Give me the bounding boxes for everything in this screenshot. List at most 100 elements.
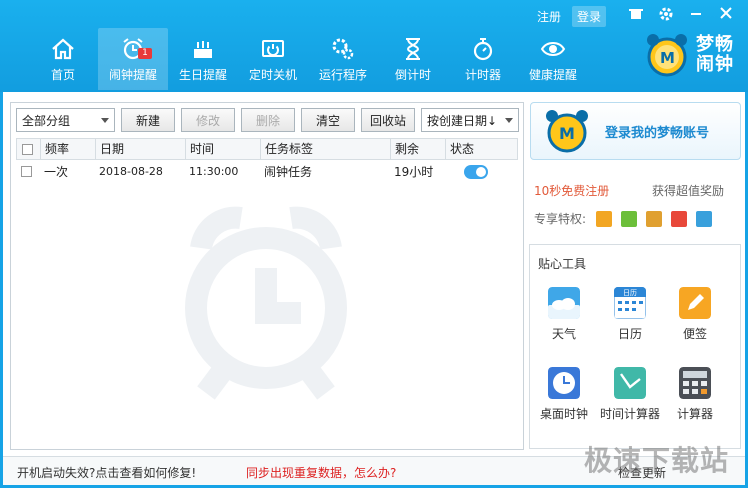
present-icon[interactable] <box>671 210 688 227</box>
tool-label: 日历 <box>617 327 642 341</box>
weather-icon <box>548 287 580 319</box>
nav-item-run-program[interactable]: 运行程序 <box>308 28 378 90</box>
tool-calculator[interactable]: 计算器 <box>663 367 727 422</box>
nav-badge: 1 <box>138 48 152 59</box>
startup-fix-link[interactable]: 开机启动失效?点击查看如何修复! <box>17 464 196 481</box>
title-bar: 注册 登录 首页 1 闹钟提醒 生日提醒 定时关机 运行程序 倒计时 计时器 健… <box>0 0 748 92</box>
chevron-down-icon <box>101 117 109 123</box>
cell-time: 11:30:00 <box>189 165 239 178</box>
cell-status <box>460 161 516 183</box>
free-register-link[interactable]: 10秒免费注册 <box>534 182 609 199</box>
nav-item-label: 生日提醒 <box>178 67 227 82</box>
calculator-icon <box>679 367 711 399</box>
skin-icon[interactable] <box>628 6 644 26</box>
leaf-icon[interactable] <box>621 210 638 227</box>
col-time[interactable]: 时间 <box>186 139 261 159</box>
cell-frequency: 一次 <box>44 165 69 179</box>
col-frequency[interactable]: 频率 <box>41 139 96 159</box>
sort-select[interactable]: 按创建日期↓ <box>421 108 519 132</box>
clear-button[interactable]: 清空 <box>301 108 355 132</box>
recycle-bin-button[interactable]: 回收站 <box>361 108 415 132</box>
nav-item-label: 运行程序 <box>318 67 367 82</box>
nav-item-label: 倒计时 <box>394 67 431 82</box>
nav-item-health[interactable]: 健康提醒 <box>518 28 588 90</box>
tool-desktop-clock[interactable]: 桌面时钟 <box>532 367 596 422</box>
reward-link[interactable]: 获得超值奖励 <box>652 182 724 199</box>
group-select[interactable]: 全部分组 <box>16 108 115 132</box>
login-account-card[interactable]: M 登录我的梦畅账号 <box>530 102 741 160</box>
brand-line2: 闹钟 <box>696 54 734 75</box>
window-controls <box>628 6 734 26</box>
privileges-label: 专享特权: <box>534 212 587 226</box>
minimize-icon[interactable] <box>688 6 704 26</box>
gear-icon[interactable] <box>658 6 674 26</box>
account-links: 注册 登录 <box>532 6 606 27</box>
cell-remaining: 19小时 <box>394 165 434 179</box>
edit-button[interactable]: 修改 <box>181 108 235 132</box>
cake-icon <box>194 40 212 58</box>
card-icon[interactable] <box>646 210 663 227</box>
hourglass-icon <box>406 37 420 60</box>
gift-box-icon[interactable] <box>596 210 613 227</box>
tool-weather[interactable]: 天气 <box>532 287 596 342</box>
nav-item-label: 闹钟提醒 <box>108 67 157 82</box>
alarm-clock-watermark-icon <box>185 206 347 400</box>
sort-select-value: 按创建日期↓ <box>427 113 498 128</box>
nav-item-countdown[interactable]: 倒计时 <box>378 28 448 90</box>
clock-mascot-icon: M <box>546 110 588 153</box>
tool-label: 便签 <box>682 327 707 341</box>
stopwatch-icon <box>473 37 493 60</box>
register-link[interactable]: 注册 <box>532 6 566 27</box>
eye-icon <box>540 41 566 56</box>
col-task-label[interactable]: 任务标签 <box>261 139 391 159</box>
brand-line1: 梦畅 <box>696 34 734 55</box>
brand-name: 梦畅 闹钟 <box>696 35 734 75</box>
register-row: 10秒免费注册 获得超值奖励 <box>534 182 724 199</box>
nav-item-label: 健康提醒 <box>528 67 577 82</box>
table-header: 频率 日期 时间 任务标签 剩余 状态 <box>16 138 518 160</box>
brand: M 梦畅 闹钟 <box>644 32 734 78</box>
col-status[interactable]: 状态 <box>446 139 517 159</box>
nav-item-label: 计时器 <box>464 67 501 82</box>
select-all-cell <box>17 139 41 159</box>
sync-duplicate-link[interactable]: 同步出现重复数据，怎么办? <box>246 464 396 481</box>
nav-item-birthday[interactable]: 生日提醒 <box>168 28 238 90</box>
note-icon <box>679 287 711 319</box>
delete-button[interactable]: 删除 <box>241 108 295 132</box>
row-checkbox-cell <box>16 161 40 183</box>
status-toggle[interactable] <box>464 165 488 179</box>
tool-calendar[interactable]: 日历 日历 <box>598 287 662 342</box>
tool-label: 计算器 <box>676 407 713 421</box>
col-remaining[interactable]: 剩余 <box>391 139 446 159</box>
nav-item-label: 首页 <box>50 67 75 82</box>
home-icon <box>52 38 74 59</box>
privileges-row: 专享特权: <box>534 210 721 227</box>
svg-text:M: M <box>660 49 675 67</box>
tool-note[interactable]: 便签 <box>663 287 727 342</box>
chevron-down-icon <box>505 117 513 123</box>
cloud-icon[interactable] <box>696 210 713 227</box>
calendar-icon: 日历 <box>614 287 646 319</box>
nav-item-alarm[interactable]: 1 闹钟提醒 <box>98 28 168 90</box>
new-button[interactable]: 新建 <box>121 108 175 132</box>
tool-label: 天气 <box>551 327 576 341</box>
login-link[interactable]: 登录 <box>571 6 606 27</box>
nav-item-shutdown[interactable]: 定时关机 <box>238 28 308 90</box>
brand-logo: M <box>647 34 687 77</box>
tool-label: 桌面时钟 <box>539 407 588 421</box>
tool-time-calculator[interactable]: 时间计算器 <box>598 367 662 422</box>
status-bar: 开机启动失效?点击查看如何修复! 同步出现重复数据，怎么办? 检查更新 极速下载… <box>3 444 745 485</box>
close-icon[interactable] <box>718 6 734 26</box>
row-checkbox[interactable] <box>21 166 32 177</box>
calendar-icon-text: 日历 <box>623 289 637 297</box>
power-icon <box>262 39 284 57</box>
nav-item-timer[interactable]: 计时器 <box>448 28 518 90</box>
svg-text:M: M <box>559 124 575 143</box>
col-date[interactable]: 日期 <box>96 139 186 159</box>
table-row[interactable]: 一次 2018-08-28 11:30:00 闹钟任务 19小时 <box>16 161 518 183</box>
time-calculator-icon <box>614 367 646 399</box>
nav-item-home[interactable]: 首页 <box>28 28 98 90</box>
select-all-checkbox[interactable] <box>22 144 33 155</box>
nav-item-label: 定时关机 <box>248 67 297 82</box>
gears-icon <box>332 38 354 59</box>
